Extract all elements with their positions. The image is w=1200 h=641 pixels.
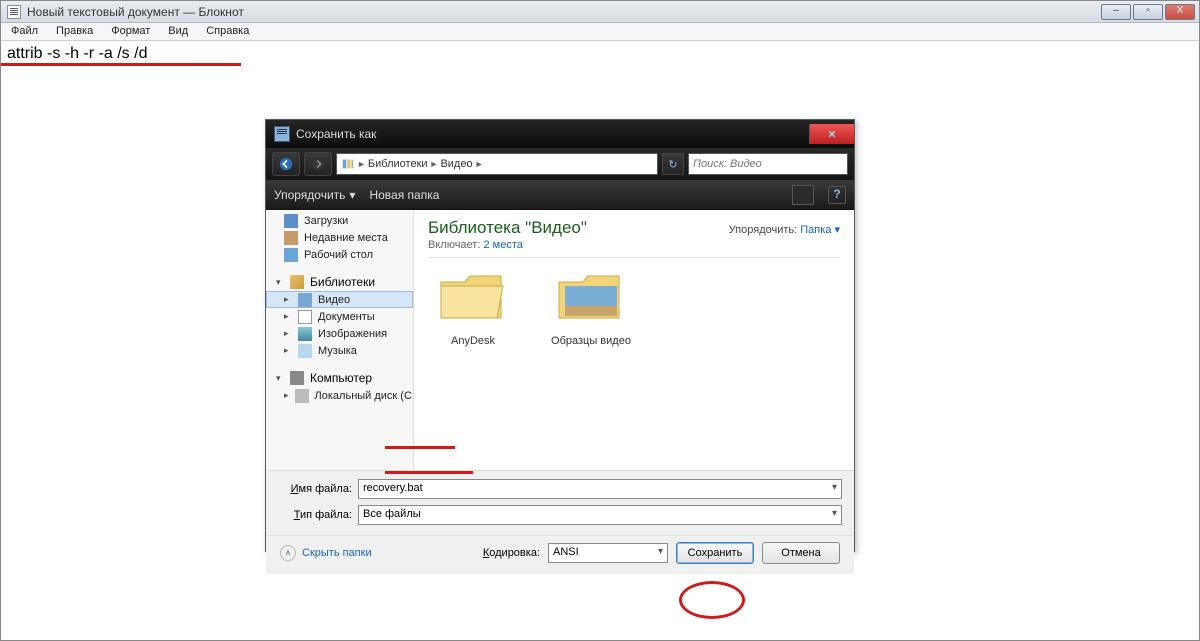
collapse-icon: ˄ bbox=[280, 545, 296, 561]
notepad-menubar: Файл Правка Формат Вид Справка bbox=[1, 23, 1199, 41]
maximize-button[interactable]: ▫ bbox=[1133, 4, 1163, 20]
folder-anydesk[interactable]: AnyDesk bbox=[428, 268, 518, 347]
dialog-title: Сохранить как bbox=[296, 127, 376, 141]
chevron-down-icon: ▾ bbox=[349, 188, 355, 202]
sidebar-item-pictures[interactable]: ▸Изображения bbox=[266, 325, 413, 342]
libraries-icon bbox=[290, 275, 304, 289]
menu-view[interactable]: Вид bbox=[166, 24, 190, 39]
filename-input[interactable]: recovery.bat bbox=[358, 479, 842, 499]
new-folder-button[interactable]: Новая папка bbox=[369, 188, 439, 202]
annotation-circle-save bbox=[679, 581, 745, 619]
menu-file[interactable]: Файл bbox=[9, 24, 40, 39]
close-button[interactable]: X bbox=[1165, 4, 1195, 20]
sidebar-group-computer[interactable]: ▾Компьютер bbox=[266, 369, 413, 387]
dialog-titlebar[interactable]: Сохранить как ✕ bbox=[266, 120, 854, 148]
divider bbox=[428, 257, 840, 258]
cancel-button[interactable]: Отмена bbox=[762, 542, 840, 564]
notepad-title: Новый текстовый документ — Блокнот bbox=[27, 5, 244, 19]
navigation-bar: ► Библиотеки ► Видео ► ↻ bbox=[266, 148, 854, 180]
notepad-icon bbox=[7, 5, 21, 19]
expand-icon: ▸ bbox=[284, 311, 292, 322]
folder-label: AnyDesk bbox=[428, 335, 518, 347]
sidebar-group-libraries[interactable]: ▾Библиотеки bbox=[266, 273, 413, 291]
folder-preview-icon bbox=[555, 268, 627, 326]
nav-forward-button[interactable] bbox=[304, 152, 332, 176]
chevron-down-icon: ▾ bbox=[658, 546, 663, 557]
expand-icon: ▸ bbox=[284, 294, 292, 305]
sidebar-item-video[interactable]: ▸Видео bbox=[266, 291, 413, 308]
menu-format[interactable]: Формат bbox=[109, 24, 152, 39]
menu-help[interactable]: Справка bbox=[204, 24, 251, 39]
libraries-icon bbox=[341, 157, 355, 171]
expand-icon: ▸ bbox=[284, 390, 289, 401]
sidebar-item-downloads[interactable]: Загрузки bbox=[266, 212, 413, 229]
refresh-button[interactable]: ↻ bbox=[662, 153, 684, 175]
annotation-underline-filename bbox=[385, 446, 455, 449]
menu-edit[interactable]: Правка bbox=[54, 24, 95, 39]
help-button[interactable]: ? bbox=[828, 186, 846, 204]
folder-samples[interactable]: Образцы видео bbox=[546, 268, 636, 347]
nav-back-button[interactable] bbox=[272, 152, 300, 176]
folder-label: Образцы видео bbox=[546, 335, 636, 347]
navigation-pane: Загрузки Недавние места Рабочий стол ▾Би… bbox=[266, 210, 414, 470]
chevron-down-icon: ▾ bbox=[834, 224, 840, 236]
crumb-sep-icon: ► bbox=[430, 159, 439, 169]
arrange-by: Упорядочить: Папка ▾ bbox=[729, 223, 840, 236]
dialog-close-button[interactable]: ✕ bbox=[809, 124, 854, 144]
dialog-toolbar: Упорядочить ▾ Новая папка ? bbox=[266, 180, 854, 210]
video-icon bbox=[298, 293, 312, 307]
music-icon bbox=[298, 344, 312, 358]
includes-link[interactable]: 2 места bbox=[483, 239, 522, 251]
encoding-select[interactable]: ANSI ▾ bbox=[548, 543, 668, 563]
breadcrumb-bar[interactable]: ► Библиотеки ► Видео ► bbox=[336, 153, 658, 175]
annotation-underline-command bbox=[1, 63, 241, 66]
pictures-icon bbox=[298, 327, 312, 341]
notepad-content: attrib -s -h -r -a /s /d bbox=[7, 45, 147, 62]
crumb-sep-icon: ► bbox=[357, 159, 366, 169]
computer-icon bbox=[290, 371, 304, 385]
dialog-icon bbox=[274, 126, 290, 142]
expand-icon: ▾ bbox=[276, 373, 284, 384]
search-input[interactable] bbox=[688, 153, 848, 175]
library-subtitle: Включает: 2 места bbox=[428, 239, 840, 251]
sidebar-item-recent[interactable]: Недавние места bbox=[266, 229, 413, 246]
folder-icon bbox=[437, 268, 509, 326]
recent-icon bbox=[284, 231, 298, 245]
documents-icon bbox=[298, 310, 312, 324]
crumb-libraries[interactable]: Библиотеки bbox=[368, 158, 428, 170]
sidebar-item-documents[interactable]: ▸Документы bbox=[266, 308, 413, 325]
crumb-sep-icon: ► bbox=[475, 159, 484, 169]
expand-icon: ▸ bbox=[284, 328, 292, 339]
filename-label: Имя файла: bbox=[278, 483, 352, 495]
downloads-icon bbox=[284, 214, 298, 228]
dialog-footer: ˄ Скрыть папки Кодировка: ANSI ▾ Сохрани… bbox=[266, 535, 854, 574]
sidebar-item-localdisk[interactable]: ▸Локальный диск (C:) bbox=[266, 387, 413, 404]
expand-icon: ▸ bbox=[284, 345, 292, 356]
arrange-link[interactable]: Папка ▾ bbox=[800, 224, 840, 236]
file-list-pane[interactable]: Библиотека "Видео" Включает: 2 места Упо… bbox=[414, 210, 854, 470]
sidebar-item-music[interactable]: ▸Музыка bbox=[266, 342, 413, 359]
disk-icon bbox=[295, 389, 309, 403]
desktop-icon bbox=[284, 248, 298, 262]
save-button[interactable]: Сохранить bbox=[676, 542, 754, 564]
view-options-button[interactable] bbox=[792, 185, 814, 205]
notepad-titlebar: Новый текстовый документ — Блокнот – ▫ X bbox=[1, 1, 1199, 23]
save-as-dialog: Сохранить как ✕ ► Библиотеки ► Видео ► ↻… bbox=[265, 119, 855, 552]
filetype-select[interactable]: Все файлы bbox=[358, 505, 842, 525]
annotation-underline-filetype bbox=[385, 471, 473, 474]
minimize-button[interactable]: – bbox=[1101, 4, 1131, 20]
sidebar-item-desktop[interactable]: Рабочий стол bbox=[266, 246, 413, 263]
filetype-label: Тип файла: bbox=[278, 509, 352, 521]
encoding-label: Кодировка: bbox=[483, 547, 540, 559]
organize-button[interactable]: Упорядочить ▾ bbox=[274, 188, 355, 202]
file-fields: Имя файла: recovery.bat Тип файла: Все ф… bbox=[266, 470, 854, 535]
expand-icon: ▾ bbox=[276, 277, 284, 288]
crumb-video[interactable]: Видео bbox=[440, 158, 472, 170]
hide-folders-link[interactable]: ˄ Скрыть папки bbox=[280, 545, 372, 561]
